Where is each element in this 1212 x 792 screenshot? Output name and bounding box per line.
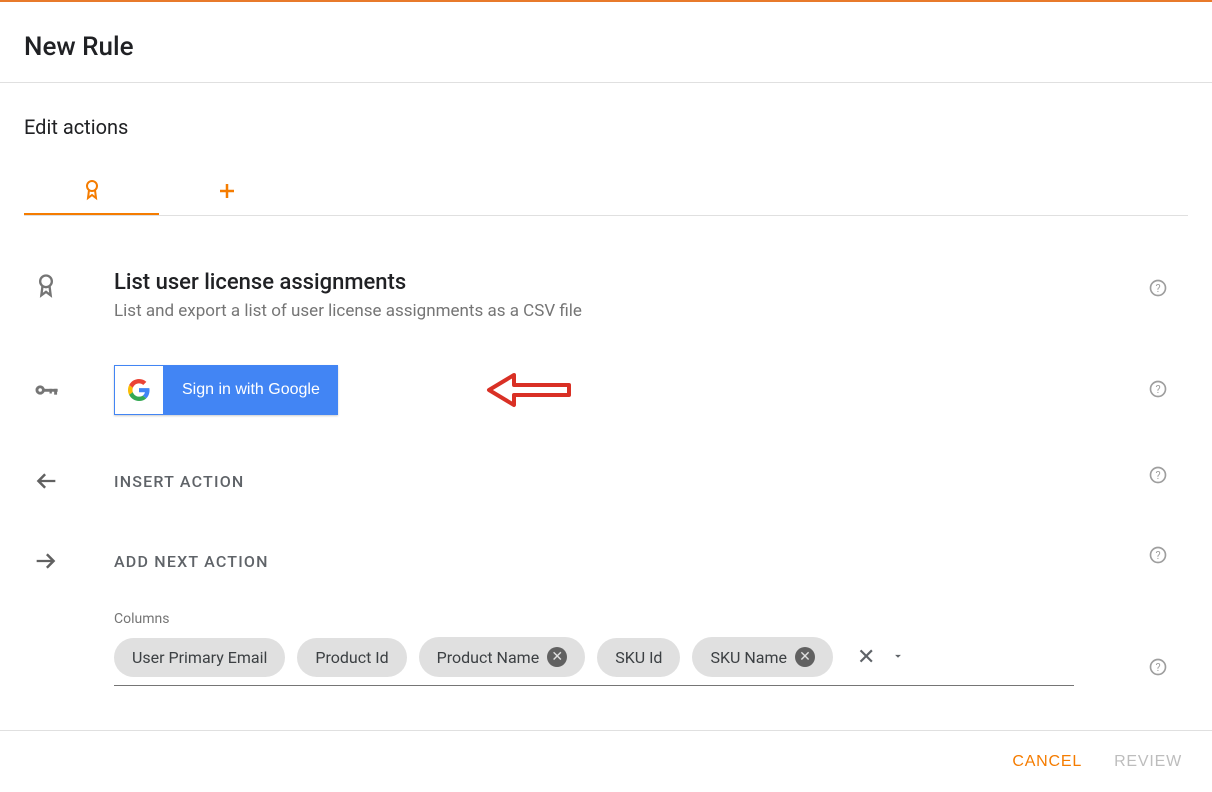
tab-action-badge[interactable]: [24, 167, 159, 215]
badge-icon-gray: [24, 270, 114, 300]
svg-text:?: ?: [1155, 549, 1160, 562]
column-chip[interactable]: SKU Id: [597, 638, 680, 677]
badge-icon: [80, 178, 104, 202]
signin-row: Sign in with Google ?: [24, 365, 1188, 415]
columns-row: Columns User Primary Email Product Id Prod…: [24, 611, 1188, 686]
svg-text:?: ?: [1155, 469, 1160, 482]
dropdown-icon[interactable]: [891, 648, 905, 667]
chip-delete-icon[interactable]: ✕: [795, 647, 815, 667]
arrow-left-icon: [24, 467, 114, 495]
insert-action-label: INSERT ACTION: [114, 472, 1188, 491]
help-icon[interactable]: ?: [1148, 278, 1168, 302]
section-title: Edit actions: [24, 115, 1188, 139]
insert-action-row[interactable]: INSERT ACTION ?: [24, 467, 1188, 495]
help-icon[interactable]: ?: [1148, 379, 1168, 403]
chip-label: Product Id: [315, 648, 388, 667]
svg-text:?: ?: [1155, 661, 1160, 674]
arrow-right-icon: [24, 547, 114, 575]
content-scroll[interactable]: Edit actions List user license assignmen…: [0, 83, 1212, 703]
column-chip[interactable]: SKU Name ✕: [692, 637, 833, 677]
action-summary-row: List user license assignments List and e…: [24, 270, 1188, 321]
column-chip[interactable]: Product Id: [297, 638, 406, 677]
columns-chips[interactable]: User Primary Email Product Id Product Name…: [114, 637, 1074, 686]
page-title: New Rule: [24, 32, 1188, 62]
dialog-header: New Rule: [0, 0, 1212, 83]
key-icon: [24, 376, 114, 404]
svg-text:?: ?: [1155, 383, 1160, 396]
plus-icon: [215, 179, 239, 203]
red-arrow-annotation: [484, 363, 574, 417]
chip-label: Product Name: [437, 648, 540, 667]
review-button[interactable]: REVIEW: [1114, 753, 1182, 771]
column-chip[interactable]: Product Name ✕: [419, 637, 586, 677]
help-icon[interactable]: ?: [1148, 465, 1168, 489]
add-next-action-row[interactable]: ADD NEXT ACTION ?: [24, 547, 1188, 575]
dialog-footer: CANCEL REVIEW: [0, 730, 1212, 792]
action-description: List and export a list of user license a…: [114, 301, 1188, 321]
clear-all-icon[interactable]: ✕: [857, 645, 875, 670]
action-title: List user license assignments: [114, 270, 1188, 295]
help-icon[interactable]: ?: [1148, 545, 1168, 569]
column-chip[interactable]: User Primary Email: [114, 638, 285, 677]
cancel-button[interactable]: CANCEL: [1012, 753, 1082, 771]
chip-label: User Primary Email: [132, 648, 267, 667]
sign-in-label: Sign in with Google: [164, 381, 338, 399]
columns-label: Columns: [114, 611, 1188, 627]
add-next-action-label: ADD NEXT ACTION: [114, 552, 1188, 571]
chip-delete-icon[interactable]: ✕: [547, 647, 567, 667]
chip-label: SKU Id: [615, 648, 662, 667]
tab-add-action[interactable]: [159, 167, 294, 215]
help-icon[interactable]: ?: [1148, 657, 1168, 681]
svg-text:?: ?: [1155, 282, 1160, 295]
chip-label: SKU Name: [710, 648, 787, 667]
sign-in-with-google-button[interactable]: Sign in with Google: [114, 365, 338, 415]
google-logo-icon: [115, 366, 163, 414]
action-tabs: [24, 167, 1188, 216]
